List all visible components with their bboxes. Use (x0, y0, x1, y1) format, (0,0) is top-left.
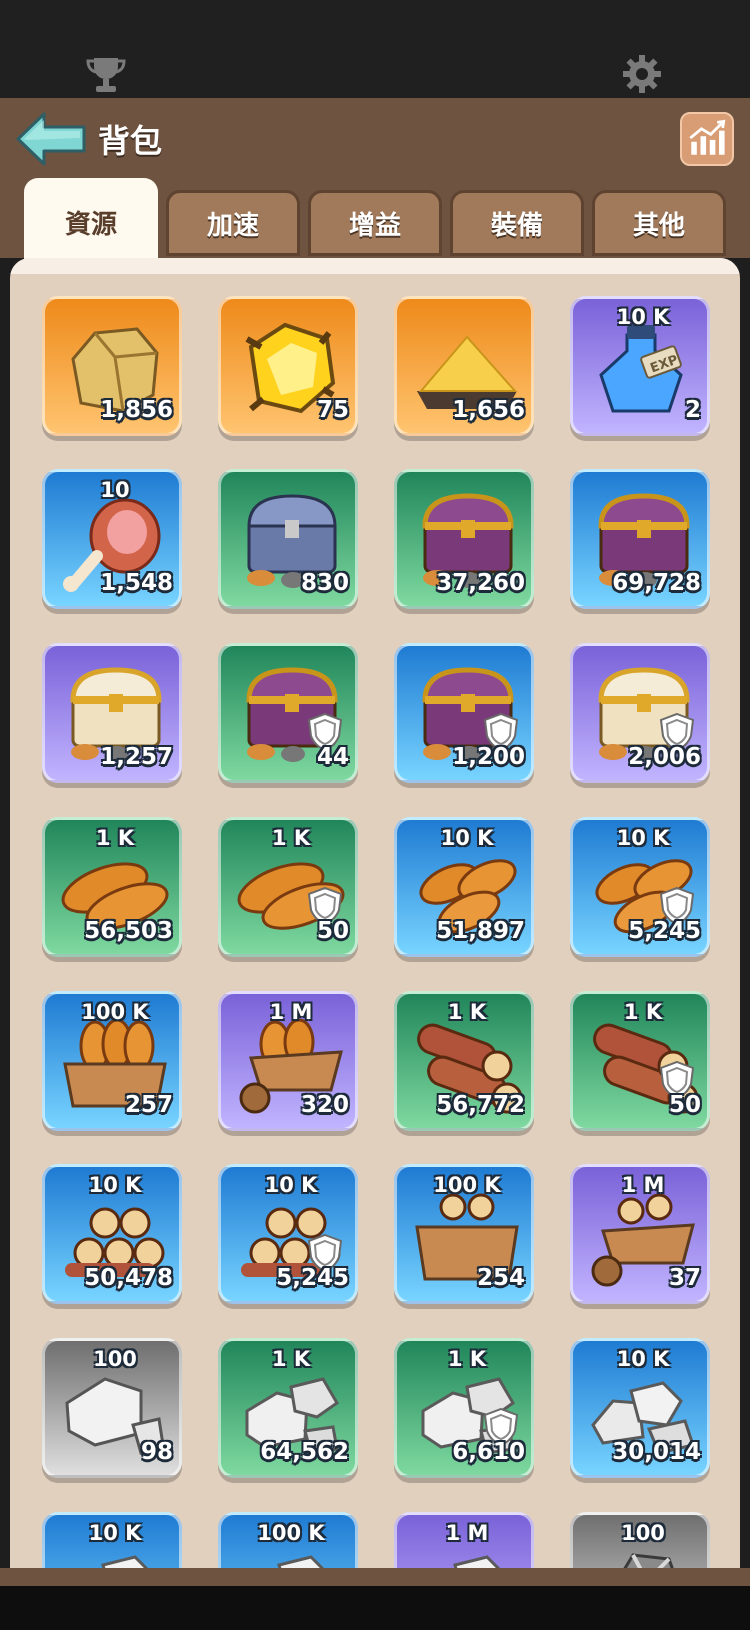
item-amount-label: 10 K (616, 1347, 670, 1371)
item-count: 6,610 (452, 1439, 525, 1465)
item-count: 30,014 (612, 1439, 701, 1465)
item-count: 2,006 (628, 744, 701, 770)
tab-equipment[interactable]: 裝備 (450, 190, 584, 256)
item-amount-label: 1 K (447, 1347, 487, 1371)
item-amount-label: 100 (93, 1347, 137, 1371)
item-count: 98 (140, 1439, 173, 1465)
item-count: 1,200 (452, 744, 525, 770)
item-tile-chest[interactable]: 1,200 (394, 643, 534, 783)
item-amount-label: 1 K (271, 826, 311, 850)
item-amount-label: 10 K (264, 1173, 318, 1197)
item-grid-panel[interactable]: 1,856 75 1,656 EXP 10 K 2 10 1,548 830 37,260 69,7… (10, 258, 740, 1568)
item-tile-stone[interactable]: 10 K 30,014 (570, 1338, 710, 1478)
item-tile-stone[interactable]: 1 K 6,610 (394, 1338, 534, 1478)
item-count: 37,260 (436, 570, 525, 596)
item-tile-exp-potion[interactable]: EXP 10 K2 (570, 296, 710, 436)
item-amount-label: 10 K (88, 1173, 142, 1197)
item-amount-label: 100 (621, 1521, 665, 1545)
item-count: 56,772 (436, 1092, 525, 1118)
item-amount-label: 1 K (623, 1000, 663, 1024)
item-count: 830 (300, 570, 349, 596)
gear-icon[interactable] (620, 52, 664, 96)
item-tile-wood[interactable]: 1 K 56,772 (394, 991, 534, 1131)
item-tile-bread[interactable]: 1 K 56,503 (42, 817, 182, 957)
item-count: 5,245 (628, 918, 701, 944)
tab-boosts[interactable]: 增益 (308, 190, 442, 256)
item-amount-label: 100 K (433, 1173, 501, 1197)
status-bar (0, 0, 750, 98)
item-tile-wood[interactable]: 10 K 50,478 (42, 1164, 182, 1304)
item-tile-chest[interactable]: 1,257 (42, 643, 182, 783)
item-count: 51,897 (436, 918, 525, 944)
item-tile-bread[interactable]: 1 K 50 (218, 817, 358, 957)
item-count: 50,478 (84, 1265, 173, 1291)
item-amount-label: 1 M (621, 1173, 665, 1197)
item-tile-chest[interactable]: 69,728 (570, 469, 710, 609)
bar-chart-icon (689, 119, 726, 155)
item-count: 56,503 (84, 918, 173, 944)
item-tile-bread[interactable]: 10 K 51,897 (394, 817, 534, 957)
item-amount-label: 10 K (616, 826, 670, 850)
item-tile-chest[interactable]: 44 (218, 643, 358, 783)
item-tile-stone[interactable]: 10 K (42, 1512, 182, 1568)
item-amount-label: 10 (100, 478, 130, 502)
tab-other[interactable]: 其他 (592, 190, 726, 256)
back-arrow-icon[interactable] (14, 110, 88, 168)
item-count: 1,257 (100, 744, 173, 770)
item-amount-label: 100 K (257, 1521, 325, 1545)
item-tile-wood[interactable]: 1 K 50 (570, 991, 710, 1131)
stats-button[interactable] (680, 112, 734, 166)
item-tile-stone[interactable]: 1 M (394, 1512, 534, 1568)
item-count: 1,548 (100, 570, 173, 596)
panel-top-strip (10, 258, 740, 274)
item-tile-chest[interactable]: 2,006 (570, 643, 710, 783)
item-tile-stone[interactable]: 100 98 (42, 1338, 182, 1478)
item-tile-meat[interactable]: 10 1,548 (42, 469, 182, 609)
item-tile-iron[interactable]: 100 (570, 1512, 710, 1568)
item-count: 5,245 (276, 1265, 349, 1291)
item-tile-stone[interactable]: 1 K 64,562 (218, 1338, 358, 1478)
item-amount-label: 1 M (269, 1000, 313, 1024)
item-count: 64,562 (260, 1439, 349, 1465)
item-amount-label: 10 K (616, 305, 670, 329)
item-amount-label: 10 K (440, 826, 494, 850)
page-title: 背包 (98, 122, 163, 160)
item-tile-wood[interactable]: 10 K 5,245 (218, 1164, 358, 1304)
item-tile-wood[interactable]: 1 M 37 (570, 1164, 710, 1304)
item-count: 37 (668, 1265, 701, 1291)
item-tile-stone[interactable]: 100 K (218, 1512, 358, 1568)
item-count: 320 (300, 1092, 349, 1118)
item-tile-chest[interactable]: 830 (218, 469, 358, 609)
item-tile-gold-crystal[interactable]: 75 (218, 296, 358, 436)
item-count: 75 (316, 397, 349, 423)
item-count: 44 (316, 744, 349, 770)
item-count: 2 (684, 397, 701, 423)
item-count: 69,728 (612, 570, 701, 596)
item-amount-label: 1 M (445, 1521, 489, 1545)
item-tile-bread[interactable]: 10 K 5,245 (570, 817, 710, 957)
item-amount-label: 1 K (447, 1000, 487, 1024)
item-amount-label: 1 K (271, 1347, 311, 1371)
item-count: 257 (124, 1092, 173, 1118)
item-amount-label: 100 K (81, 1000, 149, 1024)
item-count: 50 (668, 1092, 701, 1118)
item-amount-label: 10 K (88, 1521, 142, 1545)
item-tile-bread[interactable]: 100 K 257 (42, 991, 182, 1131)
item-tile-gold-ore[interactable]: 1,856 (42, 296, 182, 436)
item-tile-bread[interactable]: 1 M 320 (218, 991, 358, 1131)
tab-speedups[interactable]: 加速 (166, 190, 300, 256)
trophy-icon[interactable] (84, 52, 128, 96)
item-amount-label: 1 K (95, 826, 135, 850)
tab-resources[interactable]: 資源 (24, 178, 158, 262)
item-count: 50 (316, 918, 349, 944)
item-tile-chest[interactable]: 37,260 (394, 469, 534, 609)
system-nav-bar (0, 1586, 750, 1630)
footer-strip (0, 1568, 750, 1586)
item-count: 1,856 (100, 397, 173, 423)
item-tile-wood[interactable]: 100 K 254 (394, 1164, 534, 1304)
item-tile-gold-dust[interactable]: 1,656 (394, 296, 534, 436)
item-count: 254 (476, 1265, 525, 1291)
item-count: 1,656 (452, 397, 525, 423)
